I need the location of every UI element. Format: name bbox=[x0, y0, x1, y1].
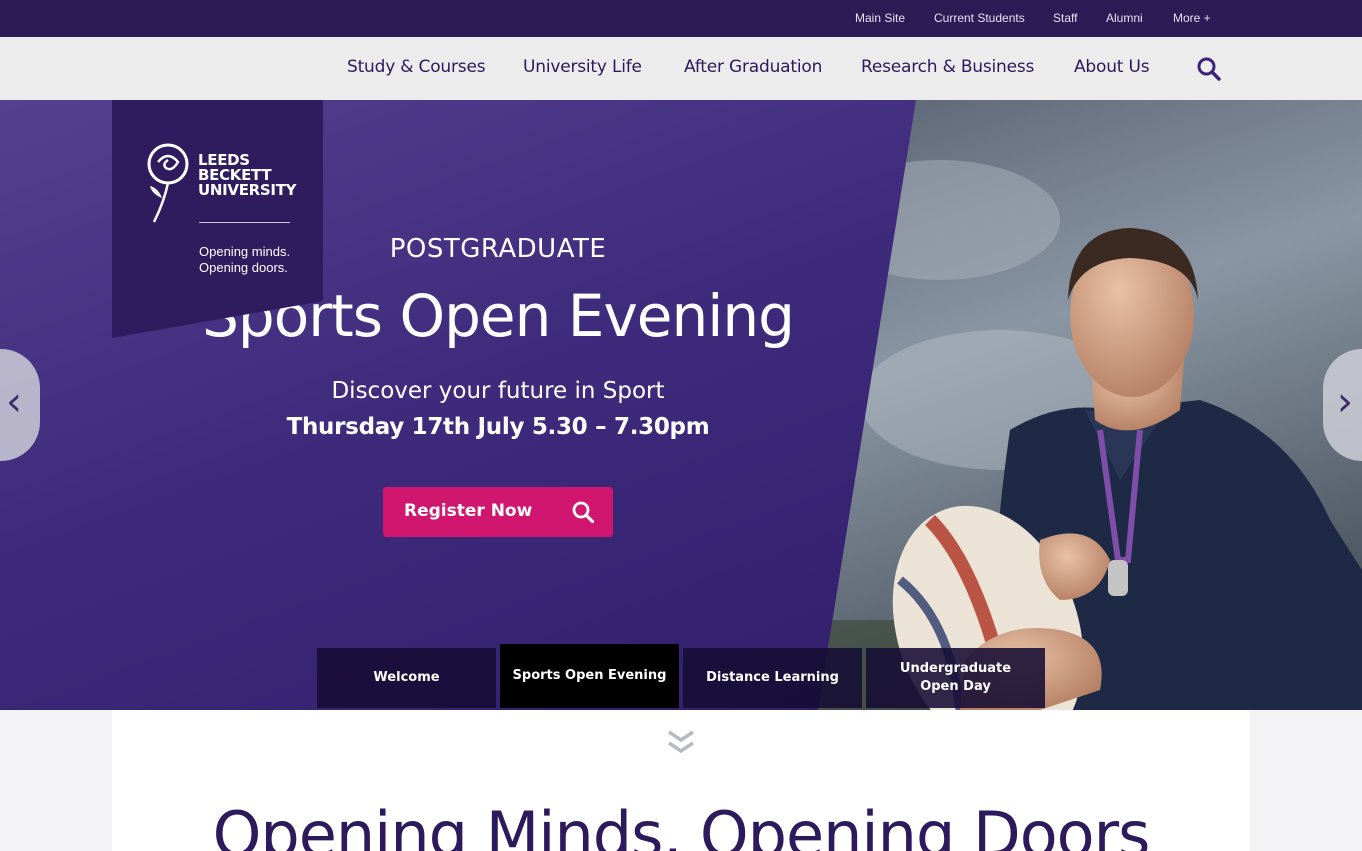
slider-tab-sports-open-evening[interactable]: Sports Open Evening bbox=[500, 644, 679, 708]
logo-tagline: Opening minds. Opening doors. bbox=[199, 244, 290, 276]
logo-tagline-line: Opening minds. bbox=[199, 244, 291, 259]
scroll-down-icon[interactable] bbox=[664, 728, 698, 756]
main-nav: Study & Courses University Life After Gr… bbox=[0, 37, 1362, 100]
slider-prev-button[interactable]: ‹ bbox=[0, 349, 40, 461]
content-section: Opening Minds, Opening Doors bbox=[112, 710, 1250, 851]
register-now-button[interactable]: Register Now bbox=[383, 487, 613, 537]
logo-name-line: UNIVERSITY bbox=[198, 181, 297, 199]
chevron-left-icon: ‹ bbox=[6, 379, 22, 425]
search-icon bbox=[572, 501, 595, 524]
utility-link-staff[interactable]: Staff bbox=[1053, 11, 1077, 25]
nav-item-university-life[interactable]: University Life bbox=[523, 57, 642, 77]
slider-tab-label: Undergraduate bbox=[899, 661, 1012, 676]
hero-date: Thursday 17th July 5.30 – 7.30pm bbox=[286, 414, 710, 440]
utility-link-current-students[interactable]: Current Students bbox=[934, 11, 1025, 25]
logo-tagline-line: Opening doors. bbox=[199, 260, 288, 275]
hero-subtitle: Discover your future in Sport bbox=[331, 378, 665, 404]
hero-banner: LEEDS BECKETT UNIVERSITY Opening minds. … bbox=[0, 100, 1362, 710]
slider-tab-distance-learning[interactable]: Distance Learning bbox=[683, 648, 862, 708]
utility-link-more[interactable]: More + bbox=[1173, 11, 1211, 25]
section-title: Opening Minds, Opening Doors bbox=[212, 798, 1151, 851]
logo-wordmark: LEEDS BECKETT UNIVERSITY bbox=[198, 153, 297, 199]
register-now-label: Register Now bbox=[404, 501, 533, 521]
nav-item-about-us[interactable]: About Us bbox=[1074, 57, 1150, 77]
utility-bar: Main Site Current Students Staff Alumni … bbox=[0, 0, 1362, 37]
chevron-right-icon: › bbox=[1337, 379, 1353, 425]
slider-tab-label: Open Day bbox=[920, 679, 991, 694]
logo-divider bbox=[199, 222, 290, 223]
university-logo[interactable]: LEEDS BECKETT UNIVERSITY Opening minds. … bbox=[112, 100, 323, 338]
slider-tab-label: Distance Learning bbox=[706, 670, 839, 685]
slider-tab-label: Sports Open Evening bbox=[512, 668, 667, 683]
nav-item-study-courses[interactable]: Study & Courses bbox=[347, 57, 486, 77]
utility-link-main-site[interactable]: Main Site bbox=[855, 11, 905, 25]
nav-item-research-business[interactable]: Research & Business bbox=[861, 57, 1034, 77]
search-icon[interactable] bbox=[1196, 56, 1222, 82]
rose-logo-icon bbox=[147, 143, 189, 223]
utility-link-alumni[interactable]: Alumni bbox=[1106, 11, 1143, 25]
slider-tab-welcome[interactable]: Welcome bbox=[317, 648, 496, 708]
slider-tab-label: Welcome bbox=[373, 670, 440, 685]
nav-item-after-graduation[interactable]: After Graduation bbox=[684, 57, 822, 77]
slider-tab-undergraduate-open-day[interactable]: Undergraduate Open Day bbox=[866, 648, 1045, 708]
